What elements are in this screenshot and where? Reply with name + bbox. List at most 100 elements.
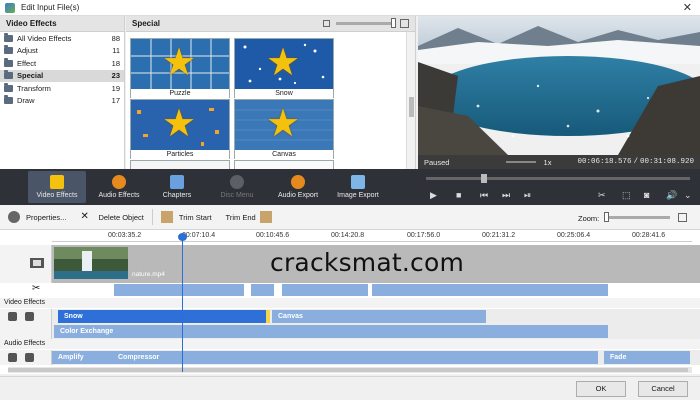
close-icon: ✕	[80, 211, 89, 222]
properties-button[interactable]: Properties...	[8, 211, 66, 223]
waterfall-thumbnail	[54, 247, 128, 279]
trim-end-button[interactable]: Trim End	[226, 211, 272, 223]
seek-handle[interactable]	[481, 174, 487, 183]
ruler-tick: 00:21:31.2	[482, 232, 516, 239]
category-item-transform[interactable]: Transform 19	[0, 82, 124, 95]
tab-label: Audio Effects	[98, 192, 140, 199]
stop-icon[interactable]: ■	[456, 190, 461, 200]
effect-thumb-next-left[interactable]	[130, 160, 230, 169]
scrollbar-thumb[interactable]	[409, 97, 414, 117]
dialog-footer: OK Cancel	[0, 376, 700, 400]
fullscreen-play-icon[interactable]: ⏯	[524, 190, 531, 201]
snow-preview: ★	[235, 39, 333, 89]
thumb-caption: Puzzle	[131, 89, 229, 98]
chevron-down-icon[interactable]: ⌄	[684, 190, 692, 201]
time-ruler[interactable]: 00:03:35.2 00:07:10.4 00:10:45.6 00:14:2…	[52, 230, 692, 242]
watermark-text: cracksmat.com	[270, 248, 465, 277]
category-item-special[interactable]: Special 23	[0, 69, 124, 82]
timeline-playhead[interactable]	[182, 234, 183, 372]
effect-bar-divider	[266, 310, 270, 323]
ruler-tick: 00:17:56.0	[407, 232, 441, 239]
puzzle-preview: ★	[131, 39, 229, 89]
seek-bar[interactable]	[426, 174, 690, 183]
image-icon	[351, 175, 365, 189]
cancel-button[interactable]: Cancel	[638, 381, 688, 397]
tab-label: Audio Export	[277, 192, 319, 199]
tab-disc-menu[interactable]: Disc Menu	[214, 171, 260, 203]
category-item-all-video-effects[interactable]: All Video Effects 88	[0, 32, 124, 45]
title-bar: Edit Input File(s) ✕	[0, 0, 700, 16]
category-item-effect[interactable]: Effect 18	[0, 57, 124, 70]
category-item-draw[interactable]: Draw 17	[0, 95, 124, 108]
divider	[151, 209, 153, 225]
category-label: Adjust	[17, 46, 38, 56]
crop-icon[interactable]: ⬚	[622, 190, 631, 201]
close-icon[interactable]: ✕	[683, 1, 692, 14]
ruler-tick: 00:14:20.8	[331, 232, 365, 239]
split-segment[interactable]	[282, 284, 368, 296]
category-count: 19	[111, 83, 120, 93]
folder-icon	[4, 82, 13, 92]
tab-chapters[interactable]: Chapters	[152, 171, 202, 203]
large-thumbs-icon[interactable]	[400, 19, 409, 28]
gallery-scrollbar[interactable]	[406, 32, 415, 169]
category-count: 18	[111, 58, 120, 68]
delete-object-button[interactable]: ✕ Delete Object	[80, 211, 143, 223]
timeline-scrollbar[interactable]	[8, 367, 692, 373]
playhead-handle[interactable]	[178, 233, 187, 241]
scissors-icon[interactable]: ✂	[598, 190, 606, 201]
window-title: Edit Input File(s)	[21, 3, 80, 12]
volume-icon[interactable]: 🔊	[666, 190, 677, 201]
effect-bar-snow[interactable]: Snow	[58, 310, 266, 323]
effect-bar-compressor[interactable]: Compressor	[112, 351, 598, 364]
scrollbar-thumb[interactable]	[8, 368, 688, 372]
thumb-caption: Canvas	[235, 150, 333, 159]
effect-bar-color-exchange[interactable]: Color Exchange	[54, 325, 608, 338]
category-label: Transform	[17, 83, 51, 93]
effect-thumb-puzzle[interactable]: ★ Puzzle	[130, 38, 230, 98]
effect-bar-canvas[interactable]: Canvas	[272, 310, 486, 323]
eye-icon[interactable]	[8, 353, 17, 362]
slider-handle[interactable]	[391, 18, 396, 28]
ruler-tick: 00:03:35.2	[108, 232, 142, 239]
effect-bar-fade[interactable]: Fade	[604, 351, 690, 364]
category-item-adjust[interactable]: Adjust 11	[0, 45, 124, 58]
effect-categories-panel: Video Effects All Video Effects 88 Adjus…	[0, 16, 125, 169]
tab-audio-export[interactable]: Audio Export	[272, 171, 324, 203]
zoom-fit-icon[interactable]	[678, 213, 687, 222]
prev-frame-icon[interactable]: ⏮	[480, 190, 488, 201]
slider-handle[interactable]	[604, 212, 609, 222]
play-icon[interactable]: ▶	[430, 190, 437, 201]
effect-thumb-particles[interactable]: ★ Particles	[130, 99, 230, 159]
folder-icon	[4, 45, 13, 55]
split-segment[interactable]	[372, 284, 608, 296]
tab-audio-effects[interactable]: Audio Effects	[92, 171, 146, 203]
small-thumbs-icon[interactable]	[323, 20, 330, 27]
trim-start-button[interactable]: Trim Start	[160, 211, 212, 223]
split-segment[interactable]	[251, 284, 274, 296]
category-count: 11	[112, 46, 120, 56]
split-segment[interactable]	[114, 284, 244, 296]
gallery-header: Special	[126, 16, 415, 32]
category-label: All Video Effects	[17, 33, 72, 43]
next-frame-icon[interactable]: ⏭	[502, 190, 510, 201]
tab-label: Disc Menu	[220, 192, 254, 199]
track-settings-icon[interactable]	[25, 312, 34, 321]
thumb-size-slider[interactable]	[336, 18, 396, 28]
tab-image-export[interactable]: Image Export	[332, 171, 384, 203]
tab-video-effects[interactable]: Video Effects	[28, 171, 86, 203]
trim-end-label: Trim End	[225, 212, 256, 222]
effect-thumb-next-right[interactable]	[234, 160, 334, 169]
effect-thumb-canvas[interactable]: ★ Canvas	[234, 99, 334, 159]
film-icon	[30, 258, 44, 268]
track-settings-icon[interactable]	[25, 353, 34, 362]
eye-icon[interactable]	[8, 312, 17, 321]
effect-thumb-snow[interactable]: ★ Snow	[234, 38, 334, 98]
play-state: Paused	[424, 157, 450, 167]
speed-slider[interactable]	[505, 161, 536, 163]
timeline-zoom-slider[interactable]	[604, 212, 670, 222]
snapshot-icon[interactable]: ◙	[644, 190, 649, 200]
effect-bar-amplify[interactable]: Amplify	[52, 351, 112, 364]
ok-button[interactable]: OK	[576, 381, 626, 397]
thumb-caption: Particles	[131, 150, 229, 159]
